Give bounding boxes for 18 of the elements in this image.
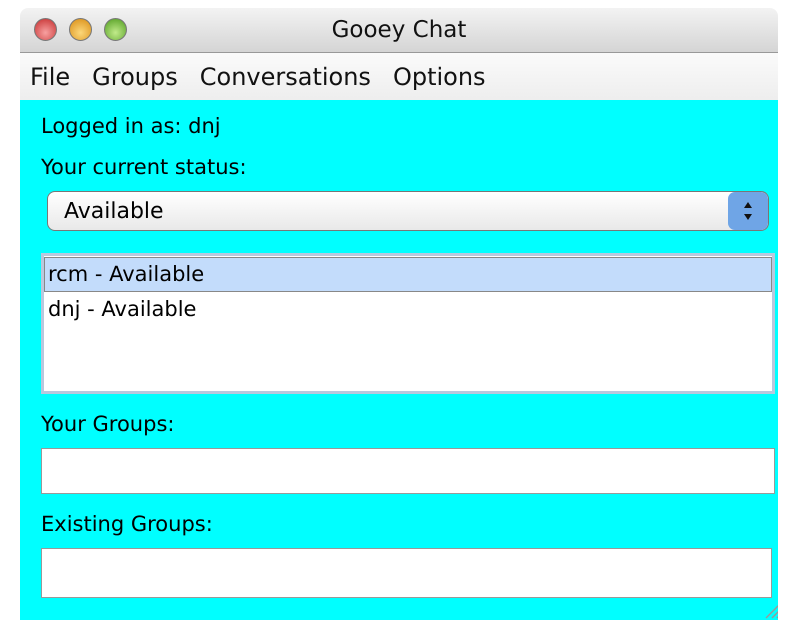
menu-item[interactable]: Conversations <box>200 62 371 90</box>
menu-item[interactable]: Options <box>392 62 486 90</box>
user-list-item[interactable]: dnj - Available <box>44 292 772 327</box>
existing-groups-label: Existing Groups: <box>41 512 213 536</box>
zoom-button[interactable] <box>104 18 127 41</box>
your-groups-label: Your Groups: <box>41 412 174 436</box>
close-button[interactable] <box>34 18 57 41</box>
your-groups-field[interactable] <box>41 448 775 494</box>
menu-item[interactable]: File <box>30 62 70 90</box>
existing-groups-field[interactable] <box>41 548 772 598</box>
minimize-button[interactable] <box>69 18 92 41</box>
status-dropdown[interactable]: Available <box>47 191 769 231</box>
dropdown-arrows-icon <box>728 192 768 230</box>
window-title: Gooey Chat <box>332 17 466 43</box>
user-list-item[interactable]: rcm - Available <box>44 257 772 292</box>
login-label: Logged in as: dnj <box>41 114 221 138</box>
status-label: Your current status: <box>41 155 247 179</box>
menu-item[interactable]: Groups <box>92 62 178 90</box>
